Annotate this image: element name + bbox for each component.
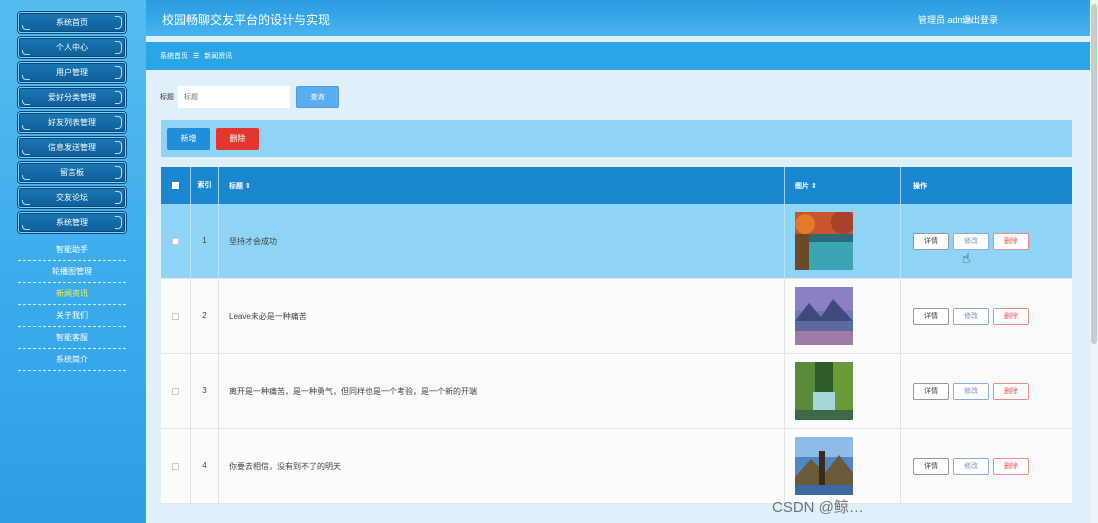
submenu-assistant[interactable]: 智能助手 [18, 239, 126, 261]
sidebar-item-hobby-category[interactable]: 爱好分类管理 [18, 87, 126, 108]
sidebar-item-system[interactable]: 系统管理 [18, 212, 126, 233]
pointer-cursor-icon: ☝ [962, 250, 971, 266]
row-checkbox[interactable] [172, 312, 179, 320]
table-row: 1 坚持才会成功 详情 修改 删除 [161, 204, 1072, 279]
row-checkbox[interactable] [172, 237, 179, 245]
sidebar-item-label: 信息发送管理 [48, 143, 96, 152]
logout-link[interactable]: 退出登录 [962, 13, 998, 26]
submenu-carousel[interactable]: 轮播图管理 [18, 261, 126, 283]
batch-delete-button[interactable]: 删除 [216, 127, 259, 150]
news-table: 索引 标题 ⇕ 图片 ⇕ 操作 1 坚持才会成功 详情 修改 删除 2 Leav… [161, 167, 1072, 504]
submenu-about[interactable]: 关于我们 [18, 305, 126, 327]
edit-button[interactable]: 修改 [953, 457, 989, 475]
submenu-news[interactable]: 新闻资讯 [18, 283, 126, 305]
sidebar-item-label: 留言板 [60, 168, 84, 177]
sidebar-item-label: 爱好分类管理 [48, 93, 96, 102]
row-index: 2 [191, 279, 219, 353]
select-all-checkbox[interactable] [172, 182, 179, 189]
row-index: 1 [191, 204, 219, 278]
news-thumbnail [795, 437, 853, 495]
delete-button[interactable]: 删除 [993, 307, 1029, 325]
row-title: Leave未必是一种痛苦 [219, 279, 785, 353]
sidebar-item-forum[interactable]: 交友论坛 [18, 187, 126, 208]
header-image[interactable]: 图片 ⇕ [785, 167, 901, 204]
page-scrollbar[interactable] [1090, 0, 1098, 523]
sidebar: 系统首页 个人中心 用户管理 爱好分类管理 好友列表管理 信息发送管理 留言板 … [0, 0, 146, 523]
sidebar-item-label: 交友论坛 [56, 193, 88, 202]
row-index: 3 [191, 354, 219, 428]
table-row: 3 离开是一种痛苦，是一种勇气，但同样也是一个考验，是一个新的开端 详情 修改 … [161, 354, 1072, 429]
header: 校园畅聊交友平台的设计与实现 管理员 admin 退出登录 [146, 0, 1090, 36]
edit-button[interactable]: 修改 [953, 307, 989, 325]
detail-button[interactable]: 详情 [913, 457, 949, 475]
search-label: 标题 [160, 94, 174, 101]
sidebar-item-users[interactable]: 用户管理 [18, 62, 126, 83]
edit-button[interactable]: 修改 [953, 232, 989, 250]
header-index: 索引 [191, 167, 219, 204]
row-checkbox[interactable] [172, 387, 179, 395]
submenu-system-intro[interactable]: 系统简介 [18, 349, 126, 371]
detail-button[interactable]: 详情 [913, 307, 949, 325]
watermark: CSDN @鲸… [772, 499, 864, 516]
table-header: 索引 标题 ⇕ 图片 ⇕ 操作 [161, 167, 1072, 204]
row-checkbox[interactable] [172, 462, 179, 470]
sidebar-item-label: 系统首页 [56, 18, 88, 27]
row-title: 离开是一种痛苦，是一种勇气，但同样也是一个考验，是一个新的开端 [219, 354, 785, 428]
header-title[interactable]: 标题 ⇕ [219, 167, 785, 204]
breadcrumb-home[interactable]: 系统首页 [160, 51, 188, 61]
query-button[interactable]: 查询 [296, 86, 339, 108]
news-thumbnail [795, 212, 853, 270]
action-bar: 新增 删除 [161, 120, 1072, 157]
delete-button[interactable]: 删除 [993, 382, 1029, 400]
app-title: 校园畅聊交友平台的设计与实现 [162, 13, 331, 27]
news-thumbnail [795, 362, 853, 420]
sidebar-item-messages[interactable]: 信息发送管理 [18, 137, 126, 158]
row-title: 坚持才会成功 [219, 204, 785, 278]
scrollbar-thumb[interactable] [1091, 4, 1097, 344]
sidebar-item-friend-list[interactable]: 好友列表管理 [18, 112, 126, 133]
breadcrumb-current: 新闻资讯 [204, 53, 233, 60]
table-row: 2 Leave未必是一种痛苦 详情 修改 删除 [161, 279, 1072, 354]
sidebar-item-label: 好友列表管理 [48, 118, 96, 127]
system-submenu: 智能助手 轮播图管理 新闻资讯 关于我们 智能客服 系统简介 [18, 239, 126, 371]
sidebar-item-guestbook[interactable]: 留言板 [18, 162, 126, 183]
sidebar-item-label: 系统管理 [56, 218, 88, 227]
edit-button[interactable]: 修改 [953, 382, 989, 400]
submenu-customer-service[interactable]: 智能客服 [18, 327, 126, 349]
sidebar-item-home[interactable]: 系统首页 [18, 12, 126, 33]
row-title: 你要去相信，没有到不了的明天 [219, 429, 785, 503]
delete-button[interactable]: 删除 [993, 232, 1029, 250]
sidebar-item-label: 用户管理 [56, 68, 88, 77]
delete-button[interactable]: 删除 [993, 457, 1029, 475]
header-ops: 操作 [913, 182, 927, 190]
title-search-input[interactable] [178, 86, 290, 108]
sidebar-item-label: 个人中心 [56, 43, 88, 52]
breadcrumb: 系统首页 ☰ 新闻资讯 [146, 42, 1090, 70]
sidebar-item-personal-center[interactable]: 个人中心 [18, 37, 126, 58]
news-thumbnail [795, 287, 853, 345]
search-bar: 标题 查询 [160, 86, 339, 108]
add-button[interactable]: 新增 [167, 127, 210, 150]
detail-button[interactable]: 详情 [913, 382, 949, 400]
breadcrumb-separator-icon: ☰ [193, 53, 200, 60]
table-row: 4 你要去相信，没有到不了的明天 详情 修改 删除 [161, 429, 1072, 504]
detail-button[interactable]: 详情 [913, 232, 949, 250]
row-index: 4 [191, 429, 219, 503]
